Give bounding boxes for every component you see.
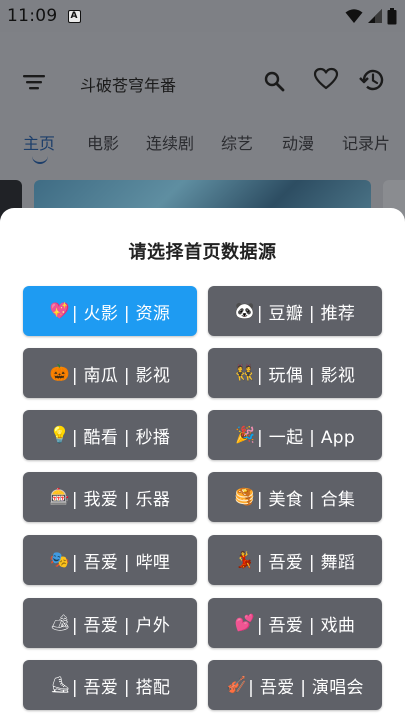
search-input[interactable]: 斗破苍穹年番 (80, 72, 176, 96)
app-header: 斗破苍穹年番 主页 电影 连续剧 综艺 动漫 记录片 (0, 32, 405, 192)
source-label: | 玩偶 | 影视 (256, 365, 356, 386)
source-button-nangua[interactable]: 🎃 | 南瓜 | 影视 (23, 348, 197, 398)
battery-icon (387, 7, 397, 24)
source-button-yiqi[interactable]: 🎉 | 一起 | App (208, 410, 382, 460)
tab-anime[interactable]: 动漫 (282, 130, 314, 154)
source-button-yueqi[interactable]: 🎰 | 我爱 | 乐器 (23, 472, 197, 522)
status-icons (345, 7, 397, 25)
source-label: | 一起 | App (257, 427, 355, 448)
instrument-icon: 🎰 (49, 487, 70, 506)
source-label: | 美食 | 合集 (256, 489, 356, 510)
status-time: 11:09 (7, 6, 58, 26)
source-label: | 吾爱 | 哔哩 (71, 552, 171, 573)
favorite-heart-icon[interactable] (313, 66, 339, 92)
dancers-icon: 👯 (234, 363, 255, 382)
outdoor-icon: 🏕 (49, 613, 71, 632)
notification-icon: A (67, 9, 81, 23)
boot-icon: ⛸ (49, 675, 71, 694)
status-bar: 11:09 A (0, 0, 405, 32)
source-button-huoying[interactable]: 💖 | 火影 | 资源 (23, 286, 197, 336)
search-icon[interactable] (262, 69, 286, 93)
tab-series[interactable]: 连续剧 (146, 130, 194, 154)
wifi-icon (345, 9, 363, 23)
source-label: | 火影 | 资源 (71, 303, 171, 324)
pancakes-icon: 🥞 (234, 487, 255, 506)
tab-movies[interactable]: 电影 (87, 130, 119, 154)
source-button-kukan[interactable]: 💡 | 酷看 | 秒播 (23, 410, 197, 460)
source-label: | 吾爱 | 演唱会 (248, 677, 364, 698)
source-button-wudao[interactable]: 💃 | 吾爱 | 舞蹈 (208, 535, 382, 585)
data-source-sheet: 请选择首页数据源 💖 | 火影 | 资源 🐼 | 豆瓣 | 推荐 🎃 | 南瓜 … (0, 208, 405, 720)
tab-variety[interactable]: 综艺 (221, 130, 253, 154)
sheet-title: 请选择首页数据源 (128, 242, 277, 263)
source-button-bili[interactable]: 🎭 | 吾爱 | 哔哩 (23, 535, 197, 585)
tab-documentary[interactable]: 记录片 (342, 130, 390, 154)
source-label: | 南瓜 | 影视 (71, 365, 171, 386)
source-label: | 吾爱 | 舞蹈 (256, 552, 356, 573)
light-bulb-icon: 💡 (49, 425, 70, 444)
source-button-douban[interactable]: 🐼 | 豆瓣 | 推荐 (208, 286, 382, 336)
history-icon[interactable] (358, 66, 386, 94)
source-button-xiqu[interactable]: 💕 | 吾爱 | 戏曲 (208, 598, 382, 648)
signal-icon (368, 9, 382, 23)
source-label: | 豆瓣 | 推荐 (256, 303, 356, 324)
menu-icon[interactable] (22, 72, 46, 92)
source-label: | 我爱 | 乐器 (71, 489, 171, 510)
hearts-icon: 💕 (234, 613, 255, 632)
pumpkin-icon: 🎃 (49, 363, 70, 382)
active-tab-indicator (32, 156, 48, 164)
source-label: | 吾爱 | 户外 (71, 615, 171, 636)
panda-icon: 🐼 (234, 301, 255, 320)
sparkle-heart-icon: 💖 (49, 301, 70, 320)
source-button-wanou[interactable]: 👯 | 玩偶 | 影视 (208, 348, 382, 398)
dancer-icon: 💃 (234, 550, 255, 569)
source-button-dapei[interactable]: ⛸ | 吾爱 | 搭配 (23, 660, 197, 710)
search-row: 斗破苍穹年番 (0, 62, 405, 102)
bilibili-icon: 🎭 (49, 550, 70, 569)
violin-icon: 🎻 (226, 675, 247, 694)
source-button-huwai[interactable]: 🏕 | 吾爱 | 户外 (23, 598, 197, 648)
category-tabs: 主页 电影 连续剧 综艺 动漫 记录片 (0, 130, 405, 164)
tab-home[interactable]: 主页 (23, 130, 55, 154)
source-button-yanchanghui[interactable]: 🎻 | 吾爱 | 演唱会 (208, 660, 382, 710)
source-label: | 酷看 | 秒播 (71, 427, 171, 448)
source-label: | 吾爱 | 戏曲 (256, 615, 356, 636)
party-popper-icon: 🎉 (235, 425, 255, 444)
source-button-meishi[interactable]: 🥞 | 美食 | 合集 (208, 472, 382, 522)
source-label: | 吾爱 | 搭配 (71, 677, 171, 698)
